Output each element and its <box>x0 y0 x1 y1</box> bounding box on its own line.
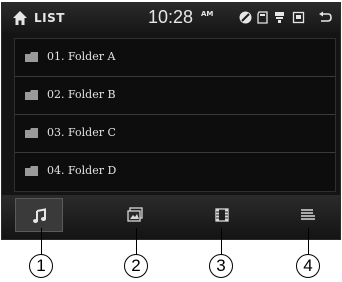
tab-music[interactable] <box>15 198 63 232</box>
tab-photo[interactable] <box>111 198 159 232</box>
list-item-label: 04. Folder D <box>47 164 117 177</box>
page-title: LIST <box>34 11 65 25</box>
status-bar: LIST 10:28 AM <box>2 3 340 33</box>
usb-icon <box>275 12 284 23</box>
clock-ampm: AM <box>201 10 214 18</box>
list-icon <box>301 209 315 220</box>
sd-card-icon <box>257 11 268 24</box>
list-item-label: 03. Folder C <box>47 126 116 139</box>
folder-icon <box>25 128 38 138</box>
list-item-label: 02. Folder B <box>47 88 116 101</box>
disc-icon <box>239 11 252 24</box>
list-item[interactable]: 03. Folder C <box>15 115 335 153</box>
folder-icon <box>25 166 38 176</box>
callout-4: 4 <box>296 254 320 278</box>
callout-3: 3 <box>209 254 233 278</box>
folder-list: 01. Folder A 02. Folder B 03. Folder C 0… <box>14 38 336 192</box>
callout-2: 2 <box>124 254 148 278</box>
clock-time: 10:28 <box>148 7 194 27</box>
list-item[interactable]: 04. Folder D <box>15 153 335 190</box>
folder-icon <box>25 52 38 62</box>
home-icon[interactable] <box>12 10 28 26</box>
list-item-label: 01. Folder A <box>47 50 116 63</box>
folder-icon <box>25 90 38 100</box>
back-icon[interactable] <box>318 11 332 24</box>
music-note-icon <box>33 208 46 223</box>
list-item[interactable]: 01. Folder A <box>15 39 335 77</box>
tab-list[interactable] <box>284 198 332 232</box>
picture-icon <box>127 207 143 222</box>
list-item[interactable]: 02. Folder B <box>15 77 335 115</box>
film-icon <box>215 208 229 222</box>
callout-1: 1 <box>29 254 53 278</box>
tab-video[interactable] <box>198 198 246 232</box>
bluetooth-icon <box>292 11 305 24</box>
